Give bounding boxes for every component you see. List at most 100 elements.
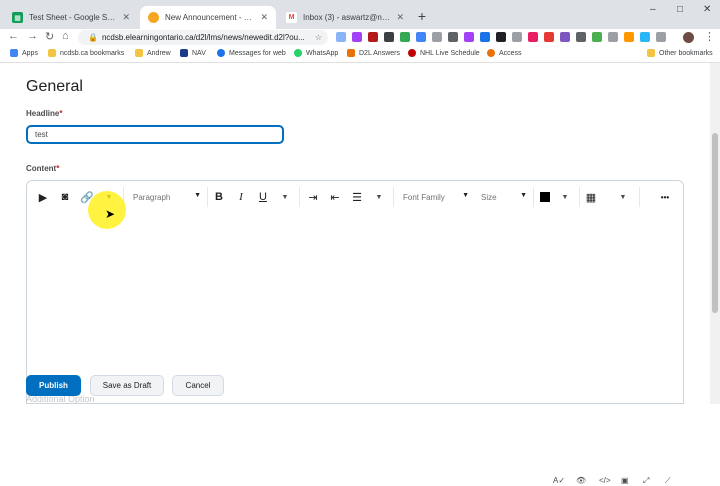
insert-table-icon[interactable]: ▦ xyxy=(583,187,599,207)
pdf-extension-icon[interactable] xyxy=(368,32,378,42)
bookmark-access[interactable]: Access xyxy=(487,49,522,57)
tab-google-sheets[interactable]: ▦ Test Sheet - Google Sheets ✕ xyxy=(4,6,138,29)
format-more-chevron-icon[interactable]: ▼ xyxy=(277,187,293,207)
bookmark-other[interactable]: Other bookmarks xyxy=(647,49,713,57)
sheets-icon: ▦ xyxy=(12,12,23,23)
bookmark-label: Messages for web xyxy=(229,49,286,57)
new-tab-button[interactable]: + xyxy=(414,9,430,25)
accessibility-check-icon[interactable]: 👁 xyxy=(576,476,586,485)
extension-icon[interactable] xyxy=(432,32,442,42)
extension-icon[interactable] xyxy=(496,32,506,42)
bookmark-label: WhatsApp xyxy=(306,49,339,57)
color-chevron-icon[interactable]: ▼ xyxy=(557,187,573,207)
tab-gmail-inbox[interactable]: M Inbox (3) - aswartz@ncdsb.ca ✕ xyxy=(278,6,412,29)
tab-new-announcement[interactable]: New Announcement - Swartz - T ✕ xyxy=(140,6,276,29)
scrollbar-thumb[interactable] xyxy=(712,133,718,313)
cancel-button[interactable]: Cancel xyxy=(172,375,224,396)
list-more-chevron-icon[interactable]: ▼ xyxy=(371,187,387,207)
tab-title: Inbox (3) - aswartz@ncdsb.ca xyxy=(303,13,392,22)
font-size-select[interactable]: Size ▼ xyxy=(475,187,531,207)
extension-icon[interactable] xyxy=(640,32,650,42)
forward-icon[interactable]: → xyxy=(27,30,38,42)
font-family-select-value: Font Family xyxy=(403,192,445,202)
folder-icon xyxy=(48,49,56,57)
minimize-button[interactable]: – xyxy=(650,4,656,15)
resize-handle-icon[interactable]: ⟋ xyxy=(665,476,671,486)
paragraph-select-value: Paragraph xyxy=(133,192,171,202)
bookmark-messages[interactable]: Messages for web xyxy=(217,49,286,57)
italic-button[interactable]: I xyxy=(233,187,249,207)
close-icon[interactable]: ✕ xyxy=(122,12,130,23)
bookmark-apps[interactable]: Apps xyxy=(10,49,38,57)
insert-media-icon[interactable]: ▶ xyxy=(35,187,51,207)
paragraph-format-select[interactable]: Paragraph ▼ xyxy=(127,187,205,207)
extension-icon[interactable] xyxy=(416,32,426,42)
reload-icon[interactable]: ↻ xyxy=(45,30,54,43)
extension-icon[interactable] xyxy=(624,32,634,42)
chevron-down-icon: ▼ xyxy=(462,192,469,199)
browser-menu-icon[interactable]: ⋮ xyxy=(704,30,715,43)
publish-button[interactable]: Publish xyxy=(26,375,81,396)
extension-icon[interactable] xyxy=(656,32,666,42)
content-label-text: Content xyxy=(26,164,57,173)
address-bar[interactable]: 🔒 ncdsb.elearningontario.ca/d2l/lms/news/… xyxy=(78,30,328,45)
back-icon[interactable]: ← xyxy=(8,30,19,42)
extension-icon[interactable] xyxy=(560,32,570,42)
bookmark-star-icon[interactable]: ☆ xyxy=(315,30,322,45)
extension-icon[interactable] xyxy=(464,32,474,42)
bookmark-whatsapp[interactable]: WhatsApp xyxy=(294,49,338,57)
messages-icon xyxy=(217,49,225,57)
profile-avatar[interactable] xyxy=(683,32,694,43)
extension-icon[interactable] xyxy=(480,32,490,42)
preview-icon[interactable]: ▣ xyxy=(621,476,629,485)
bookmark-label: Apps xyxy=(22,49,38,57)
extension-icon[interactable] xyxy=(336,32,346,42)
extension-icon[interactable] xyxy=(608,32,618,42)
bookmark-ncdsb[interactable]: ncdsb.ca bookmarks xyxy=(48,49,124,57)
extension-icon[interactable] xyxy=(512,32,522,42)
bold-button[interactable]: B xyxy=(211,187,227,207)
fullscreen-icon[interactable]: ⤢ xyxy=(643,476,649,486)
more-actions-button[interactable]: ••• xyxy=(653,187,677,207)
access-icon xyxy=(487,49,495,57)
browser-tab-strip: ▦ Test Sheet - Google Sheets ✕ New Annou… xyxy=(0,0,720,29)
headline-input[interactable] xyxy=(26,125,284,144)
bookmark-label: Andrew xyxy=(147,49,171,57)
close-icon[interactable]: ✕ xyxy=(396,12,404,23)
extension-icon[interactable] xyxy=(352,32,362,42)
table-chevron-icon[interactable]: ▼ xyxy=(615,187,631,207)
toolbar-divider xyxy=(579,187,580,207)
extension-icon[interactable] xyxy=(384,32,394,42)
page-scrollbar[interactable] xyxy=(710,63,720,404)
lock-icon: 🔒 xyxy=(88,33,98,42)
bookmark-nav[interactable]: NAV xyxy=(180,49,206,57)
extension-icon[interactable] xyxy=(544,32,554,42)
text-color-button[interactable] xyxy=(537,187,553,207)
tab-title: Test Sheet - Google Sheets xyxy=(29,13,119,22)
d2l-icon xyxy=(347,49,355,57)
extension-icon[interactable] xyxy=(592,32,602,42)
spellcheck-icon[interactable]: A✓ xyxy=(553,476,565,485)
maximize-button[interactable]: □ xyxy=(677,4,683,15)
extension-icon[interactable] xyxy=(400,32,410,42)
bullet-list-icon[interactable]: ☰ xyxy=(349,187,365,207)
bookmark-andrew[interactable]: Andrew xyxy=(135,49,171,57)
extension-icon[interactable] xyxy=(528,32,538,42)
close-icon[interactable]: ✕ xyxy=(260,12,268,23)
close-window-button[interactable]: ✕ xyxy=(703,4,711,15)
insert-image-icon[interactable]: ◙ xyxy=(57,187,73,207)
folder-icon xyxy=(647,49,655,57)
apps-icon xyxy=(10,49,18,57)
outdent-icon[interactable]: ⇤ xyxy=(327,187,343,207)
font-family-select[interactable]: Font Family ▼ xyxy=(397,187,473,207)
save-as-draft-button[interactable]: Save as Draft xyxy=(90,375,164,396)
source-code-icon[interactable]: </> xyxy=(599,476,611,485)
home-icon[interactable]: ⌂ xyxy=(62,30,69,42)
indent-icon[interactable]: ⇥ xyxy=(305,187,321,207)
bookmark-nhl[interactable]: NHL Live Schedule xyxy=(408,49,480,57)
bookmark-d2l-answers[interactable]: D2L Answers xyxy=(347,49,400,57)
bookmark-label: NHL Live Schedule xyxy=(420,49,480,57)
extension-icon[interactable] xyxy=(448,32,458,42)
extension-icon[interactable] xyxy=(576,32,586,42)
underline-button[interactable]: U xyxy=(255,187,271,207)
